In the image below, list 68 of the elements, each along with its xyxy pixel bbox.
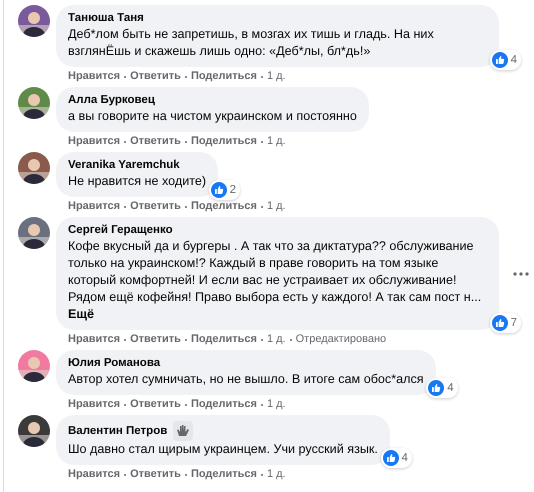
separator-dot [124,474,126,476]
author-name[interactable]: Алла Бурковец [68,93,155,108]
action-link[interactable]: Ответить [130,134,181,149]
separator-dot [184,206,187,208]
action-link[interactable]: Ответить [130,467,181,482]
separator-dot [124,76,126,78]
timestamp[interactable]: 1 д. [266,332,286,347]
reaction-badge[interactable]: 4 [426,378,458,398]
separator-dot [260,338,263,340]
reaction-badge[interactable]: 7 [490,313,521,333]
separator-dot [184,140,187,142]
separator-dot [260,474,263,476]
action-link[interactable]: Нравится [68,332,120,347]
separator-dot [260,206,263,208]
author-name[interactable]: Танюша Таня [68,11,144,26]
action-link[interactable]: Нравится [68,199,120,214]
separator-dot [260,140,263,142]
separator-dot [124,140,126,142]
timestamp[interactable]: 1 д. [266,134,286,149]
like-icon [382,450,398,466]
action-link[interactable]: Ответить [130,332,181,347]
action-link[interactable]: Поделиться [190,69,257,84]
action-link[interactable]: Нравится [68,134,120,149]
separator-dot [290,338,292,340]
action-link[interactable]: Нравится [68,69,120,84]
timestamp[interactable]: 1 д. [266,397,286,412]
comment-text: Не нравится не ходите) [68,173,206,190]
author-name[interactable]: Veranika Yaremchuk [68,158,180,173]
more-options-icon[interactable] [513,272,529,276]
separator-dot [184,404,187,406]
separator-dot [124,206,126,208]
action-link[interactable]: Поделиться [190,199,257,214]
action-link[interactable]: Поделиться [190,467,257,482]
separator-dot [124,338,126,340]
comment-text: Шо давно стал щирым украинцем. Учи русский язык. [68,441,378,458]
timestamp[interactable]: 1 д. [266,199,286,214]
edited-label: Отредактировано [296,332,386,347]
action-link[interactable]: Поделиться [190,332,257,347]
like-icon [492,52,508,68]
action-link[interactable]: Ответить [130,199,181,214]
comment-text: Автор хотел сумничать, но не вышло. В итоге сам обос*ался [68,371,424,388]
action-link[interactable]: Ответить [130,69,181,84]
action-link[interactable]: Поделиться [190,134,257,149]
reaction-badge[interactable]: 2 [208,180,240,200]
reaction-badge[interactable]: 4 [490,50,521,70]
see-more-link[interactable]: Ещё [68,307,94,321]
like-icon [492,315,508,331]
action-link[interactable]: Нравится [68,467,120,482]
author-name[interactable]: Валентин Петров [68,424,168,438]
separator-dot [124,404,126,406]
timestamp[interactable]: 1 д. [266,467,286,482]
like-icon [210,182,227,198]
separator-dot [260,404,263,406]
reaction-badge[interactable]: 4 [380,448,412,468]
separator-dot [184,474,187,476]
comment-text: а вы говорите на чистом украинском и постоянно [68,108,357,125]
timestamp[interactable]: 1 д. [266,69,286,84]
separator-dot [260,76,263,78]
separator-dot [184,76,187,78]
like-icon [428,380,444,396]
comment-text: Деб*лом быть не запретишь, в мозгах их тишь и гладь. На них взглянЁшь и скажешь лишь одно: «Деб*лы, бл*дь!» [68,26,435,60]
separator-dot [184,338,187,340]
action-link[interactable]: Поделиться [190,397,257,412]
action-link[interactable]: Нравится [68,397,120,412]
author-name[interactable]: Сергей Геращенко [68,223,173,238]
comment-text: Кофе вкусный да и бургеры . А так что за диктатура?? обслуживание только на украинском!? Каждый в праве говорить на том языке который комфортней! И если вас не устраивает их обслуживание! Рядом ещё кофейня! Право выбора есть у каждого! А так сам пост н... Ещё [68,238,482,323]
author-name[interactable]: Юлия Романова [68,356,160,371]
action-link[interactable]: Ответить [130,397,181,412]
